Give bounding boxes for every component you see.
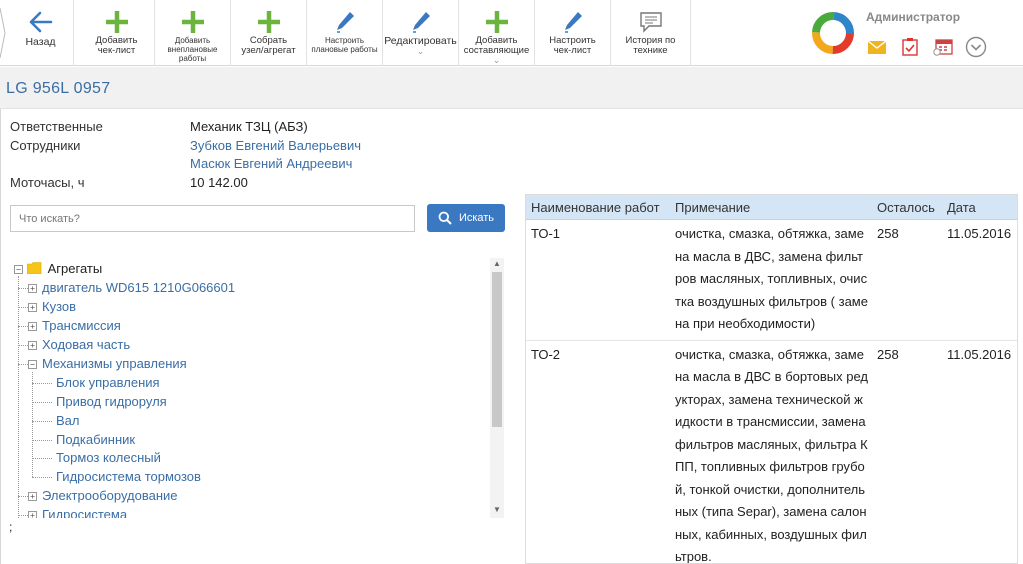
calendar-icon[interactable] (932, 36, 954, 58)
chevron-down-icon: ⌄ (416, 46, 425, 56)
work-name-cell: ТО-2 (531, 346, 561, 362)
tree-expand-toggle[interactable]: + (28, 322, 37, 331)
stray-text: ; (9, 520, 13, 534)
tree-node[interactable]: Тормоз колесный (56, 450, 161, 466)
app-logo-icon (812, 12, 854, 54)
back-button[interactable]: Назад (8, 0, 74, 66)
folder-icon (26, 262, 42, 275)
search-button[interactable]: Искать (427, 204, 505, 232)
chevron-down-circle-icon[interactable] (965, 36, 987, 58)
tree-node[interactable]: Блок управления (56, 375, 160, 391)
history-label: История по технике (625, 35, 676, 56)
history-button[interactable]: История по технике (611, 0, 691, 66)
search-input[interactable] (10, 205, 415, 232)
column-header[interactable]: Дата (942, 200, 1017, 215)
add-checklist-label: Добавить чек-лист (95, 35, 138, 56)
responsible-label: Ответственные (10, 119, 103, 134)
setup-planned-button[interactable]: Настроить плановые работы (307, 0, 383, 66)
mail-icon[interactable] (866, 36, 888, 58)
title-bar: LG 956L 0957 (0, 67, 1023, 109)
table-row[interactable]: ТО-1 очистка, смазка, обтяжка, замена ма… (526, 220, 1017, 341)
add-components-label: Добавить составляющие (463, 35, 530, 56)
tree-node[interactable]: Трансмиссия (42, 318, 121, 334)
tree-collapse-toggle[interactable]: − (14, 265, 23, 274)
pencil-icon (334, 8, 356, 36)
tree-node[interactable]: Вал (56, 413, 80, 429)
scroll-thumb[interactable] (492, 272, 502, 427)
column-header[interactable]: Наименование работ (526, 200, 670, 215)
chevron-down-icon: ⌄ (492, 55, 501, 65)
tree-expand-toggle[interactable]: + (28, 511, 37, 518)
assemble-button[interactable]: Собрать узел/агрегат (231, 0, 307, 66)
date-cell: 11.05.2016 (947, 226, 1012, 241)
plus-icon (181, 8, 205, 36)
page-title: LG 956L 0957 (6, 80, 111, 97)
setup-planned-label: Настроить плановые работы (311, 36, 378, 54)
column-header[interactable]: Примечание (670, 200, 872, 215)
components-tree: − Агрегаты + двигатель WD615 1210G066601… (10, 258, 490, 518)
tree-expand-toggle[interactable]: + (28, 284, 37, 293)
remaining-cell: 258 (877, 346, 899, 362)
hours-label: Моточасы, ч (10, 174, 85, 190)
comment-icon (639, 8, 663, 36)
table-row[interactable]: ТО-2 очистка, смазка, обтяжка, замена ма… (526, 341, 1017, 564)
tree-node[interactable]: Гидросистема тормозов (56, 469, 201, 485)
tree-scrollbar[interactable]: ▲ ▼ (490, 258, 504, 518)
tree-node[interactable]: Механизмы управления (42, 356, 187, 372)
toolbar: Назад Добавить чек-лист Добавить внеплан… (0, 0, 1023, 66)
note-cell: очистка, смазка, обтяжка, замена масла в… (675, 226, 868, 331)
plus-icon (485, 8, 509, 36)
column-header[interactable]: Осталось (872, 200, 942, 215)
assemble-label: Собрать узел/агрегат (241, 35, 296, 56)
tree-node[interactable]: Привод гидроруля (56, 394, 167, 410)
responsible-value: Механик ТЗЦ (АБЗ) (190, 119, 308, 134)
add-components-button[interactable]: Добавить составляющие ⌄ (459, 0, 535, 66)
user-area: Администратор (808, 0, 1023, 66)
pencil-icon (562, 8, 584, 36)
remaining-cell: 258 (877, 226, 899, 241)
back-label: Назад (25, 36, 56, 48)
tree-node[interactable]: Ходовая часть (42, 337, 130, 353)
planned-works-table: Наименование работ Примечание Осталось Д… (525, 194, 1018, 564)
hours-value: 10 142.00 (190, 174, 248, 190)
tree-node[interactable]: Электрооборудование (42, 488, 178, 504)
plus-icon (257, 8, 281, 36)
clipboard-check-icon[interactable] (899, 36, 921, 58)
employees-label: Сотрудники (10, 137, 81, 153)
tree-node-root[interactable]: Агрегаты (26, 261, 102, 277)
tree-expand-toggle[interactable]: + (28, 492, 37, 501)
note-cell: очистка, смазка, обтяжка, замена масла в… (675, 346, 868, 564)
edit-button[interactable]: Редактировать ⌄ (383, 0, 459, 66)
scroll-down-icon[interactable]: ▼ (490, 504, 504, 516)
tree-node[interactable]: Подкабинник (56, 432, 135, 448)
tree-node[interactable]: двигатель WD615 1210G066601 (42, 280, 235, 296)
pencil-icon (410, 8, 432, 36)
add-unplanned-label: Добавить внеплановые работы (167, 36, 218, 63)
arrow-left-icon (29, 8, 53, 36)
tree-expand-toggle[interactable]: + (28, 303, 37, 312)
add-unplanned-button[interactable]: Добавить внеплановые работы (155, 0, 231, 66)
tree-node[interactable]: Кузов (42, 299, 76, 315)
left-border (0, 109, 1, 564)
tree-collapse-toggle[interactable]: − (28, 360, 37, 369)
tree-node[interactable]: Гидросистема (42, 507, 127, 518)
employee-link[interactable]: Масюк Евгений Андреевич (190, 155, 352, 174)
table-header: Наименование работ Примечание Осталось Д… (526, 195, 1017, 220)
scroll-up-icon[interactable]: ▲ (490, 258, 504, 270)
search-button-label: Искать (458, 212, 495, 224)
setup-checklist-label: Настроить чек-лист (549, 35, 596, 56)
user-name[interactable]: Администратор (866, 10, 960, 24)
employee-link[interactable]: Зубков Евгений Валерьевич (190, 137, 361, 156)
work-name-cell: ТО-1 (531, 226, 561, 241)
search-icon (438, 211, 452, 225)
setup-checklist-button[interactable]: Настроить чек-лист (535, 0, 611, 66)
equipment-info: Ответственные Механик ТЗЦ (АБЗ) Сотрудни… (10, 118, 361, 192)
collapse-handle-icon[interactable] (0, 8, 6, 58)
tree-expand-toggle[interactable]: + (28, 341, 37, 350)
add-checklist-button[interactable]: Добавить чек-лист (79, 0, 155, 66)
plus-icon (105, 8, 129, 36)
date-cell: 11.05.2016 (947, 346, 1012, 362)
